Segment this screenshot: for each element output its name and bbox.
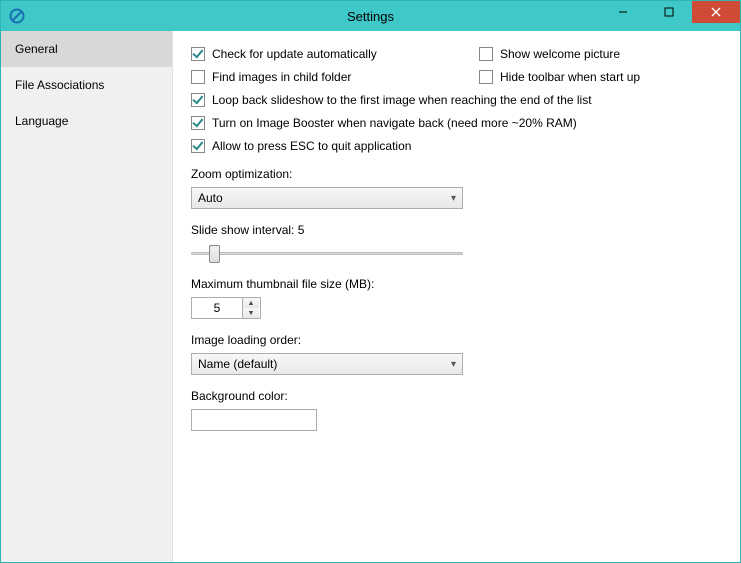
checkbox-welcome-label: Show welcome picture (500, 47, 620, 61)
maximize-button[interactable] (646, 1, 692, 23)
spinner-up-button[interactable]: ▲ (243, 298, 259, 308)
checkbox-loopback-label: Loop back slideshow to the first image w… (212, 93, 592, 107)
slider-track (191, 252, 463, 255)
slideshow-label: Slide show interval: 5 (191, 223, 730, 237)
checkbox-esc-label: Allow to press ESC to quit application (212, 139, 411, 153)
slideshow-slider[interactable] (191, 243, 463, 263)
thumbsize-spinner[interactable]: ▲ ▼ (191, 297, 261, 319)
chevron-down-icon: ▾ (451, 193, 456, 204)
thumbsize-input[interactable] (192, 298, 242, 318)
zoom-label: Zoom optimization: (191, 167, 730, 181)
close-button[interactable] (692, 1, 740, 23)
loadorder-select[interactable]: Name (default) ▾ (191, 353, 463, 375)
loadorder-select-value: Name (default) (198, 357, 277, 371)
checkbox-childfolder[interactable] (191, 70, 205, 84)
checkbox-hidetoolbar[interactable] (479, 70, 493, 84)
checkbox-update-label: Check for update automatically (212, 47, 377, 61)
chevron-down-icon: ▾ (451, 359, 456, 370)
slider-thumb[interactable] (209, 245, 220, 263)
sidebar: General File Associations Language (1, 31, 173, 562)
checkbox-loopback[interactable] (191, 93, 205, 107)
checkbox-booster-label: Turn on Image Booster when navigate back… (212, 116, 577, 130)
zoom-select-value: Auto (198, 191, 223, 205)
titlebar: Settings (1, 1, 740, 31)
content-panel: Check for update automatically Show welc… (173, 31, 740, 562)
window-controls (600, 1, 740, 23)
bgcolor-swatch[interactable] (191, 409, 317, 431)
bgcolor-label: Background color: (191, 389, 730, 403)
checkbox-esc[interactable] (191, 139, 205, 153)
settings-window: Settings General File Associations Langu… (0, 0, 741, 563)
checkbox-update[interactable] (191, 47, 205, 61)
window-body: General File Associations Language Check… (1, 31, 740, 562)
sidebar-item-language[interactable]: Language (1, 103, 172, 139)
minimize-button[interactable] (600, 1, 646, 23)
sidebar-item-file-associations[interactable]: File Associations (1, 67, 172, 103)
app-icon (7, 6, 27, 26)
thumbsize-label: Maximum thumbnail file size (MB): (191, 277, 730, 291)
checkbox-booster[interactable] (191, 116, 205, 130)
spinner-down-button[interactable]: ▼ (243, 308, 259, 318)
loadorder-label: Image loading order: (191, 333, 730, 347)
sidebar-item-general[interactable]: General (1, 31, 172, 67)
checkbox-hidetoolbar-label: Hide toolbar when start up (500, 70, 640, 84)
checkbox-childfolder-label: Find images in child folder (212, 70, 351, 84)
checkbox-welcome[interactable] (479, 47, 493, 61)
zoom-select[interactable]: Auto ▾ (191, 187, 463, 209)
